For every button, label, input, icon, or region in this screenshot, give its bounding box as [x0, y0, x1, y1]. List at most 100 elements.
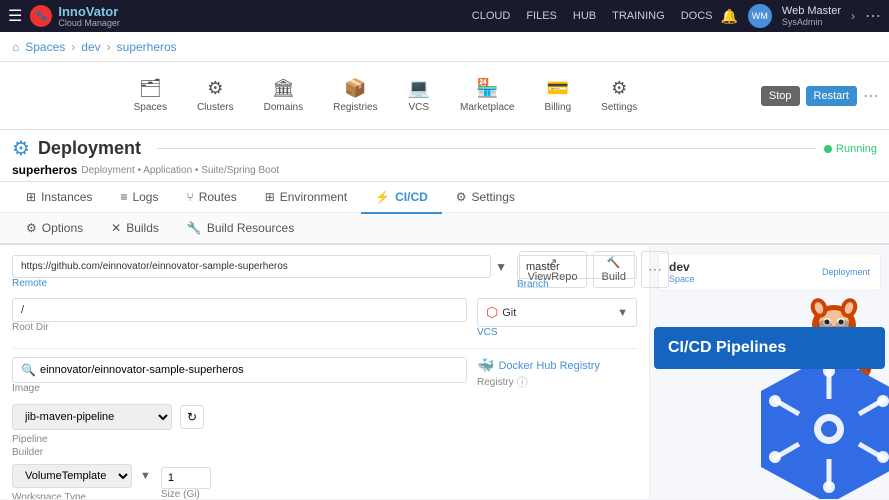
cicd-banner-text: CI/CD Pipelines [668, 339, 786, 356]
breadcrumb-dev[interactable]: dev [81, 40, 100, 54]
routes-label: Routes [199, 190, 237, 204]
restart-button[interactable]: Restart [806, 86, 857, 106]
iconbar-billing[interactable]: 💳Billing [530, 72, 585, 119]
pipeline-row: jib-maven-pipeline ↻ [12, 404, 637, 430]
remote-field: ▼ Remote [12, 255, 507, 292]
registry-text: Docker Hub Registry [498, 360, 599, 372]
user-role: SysAdmin [782, 17, 841, 27]
docker-icon: 🐳 [477, 357, 494, 374]
home-icon[interactable]: ⌂ [12, 40, 19, 54]
build-resources-label: Build Resources [207, 221, 294, 235]
cicd-label: CI/CD [395, 190, 428, 204]
volume-select[interactable]: VolumeTemplate [12, 464, 132, 488]
logs-icon: ≡ [120, 190, 127, 204]
left-main: ⚙ Deployment Running superheros Deployme… [0, 130, 889, 500]
right-illustration-panel: dev Space Deployment [649, 245, 889, 499]
more-options-button[interactable]: ⋯ [641, 251, 669, 288]
iconbar-clusters[interactable]: ⚙Clusters [183, 72, 248, 119]
more-menu-button[interactable]: ⋯ [865, 6, 881, 26]
rootdir-label: Root Dir [12, 322, 467, 333]
right-area: 🔔 WM Web Master SysAdmin › ⋯ [720, 4, 881, 28]
builds-label: Builds [126, 221, 159, 235]
running-label: Running [836, 143, 877, 155]
logo-sub: Cloud Manager [58, 18, 120, 28]
cicd-banner: CI/CD Pipelines [654, 327, 885, 369]
remote-dropdown-icon[interactable]: ▼ [495, 260, 507, 274]
dev-name: dev [669, 260, 695, 274]
iconbar-registries[interactable]: 📦Registries [319, 72, 391, 119]
app-breadcrumb: Deployment • Application • Suite/Spring … [81, 165, 279, 176]
remote-label: Remote [12, 278, 507, 289]
volume-dropdown[interactable]: ▼ [140, 470, 151, 482]
divider1 [12, 348, 637, 349]
top-nav: ☰ 🐾 InnoVator Cloud Manager CLOUD FILES … [0, 0, 889, 32]
tab-environment[interactable]: ⊞ Environment [251, 182, 361, 214]
image-registry-row: 🔍 Image 🐳 Docker Hub Registry Registry ⓘ [12, 357, 637, 396]
icon-bar-right: Stop Restart ⋯ [761, 86, 879, 106]
breadcrumb-spaces[interactable]: Spaces [25, 40, 65, 54]
icon-bar-items: 🗂Spaces ⚙Clusters 🏛Domains 📦Registries 💻… [10, 72, 761, 119]
pipeline-labels: Pipeline [12, 434, 637, 447]
iconbar-settings[interactable]: ⚙Settings [587, 72, 651, 119]
nav-hub[interactable]: HUB [573, 10, 596, 22]
registry-value: 🐳 Docker Hub Registry [477, 357, 637, 374]
title-divider [157, 148, 816, 149]
image-input[interactable] [40, 364, 458, 376]
rootdir-input[interactable] [12, 298, 467, 322]
tab-logs[interactable]: ≡ Logs [106, 182, 172, 214]
remote-input[interactable] [12, 255, 491, 278]
tabs-container: ⊞ Instances ≡ Logs ⑂ Routes ⊞ Environmen… [0, 182, 889, 245]
tab-builds[interactable]: ✕ Builds [97, 213, 173, 245]
running-badge: Running [824, 143, 877, 155]
tab-routes[interactable]: ⑂ Routes [172, 182, 250, 214]
refresh-button[interactable]: ↻ [180, 405, 204, 429]
iconbar-marketplace[interactable]: 🏪Marketplace [446, 72, 528, 119]
pipeline-select[interactable]: jib-maven-pipeline [12, 404, 172, 430]
builds-icon: ✕ [111, 221, 121, 235]
logo-icon: 🐾 [30, 5, 52, 27]
dev-label-area: dev Space [669, 260, 695, 284]
tab-instances[interactable]: ⊞ Instances [12, 182, 106, 214]
logo-text: InnoVator [58, 5, 120, 18]
iconbar-domains[interactable]: 🏛Domains [250, 72, 317, 119]
cicd-icon: ⚡ [375, 190, 390, 204]
stop-button[interactable]: Stop [761, 86, 800, 106]
image-label: Image [12, 383, 467, 394]
breadcrumb-app[interactable]: superheros [117, 40, 177, 54]
deployment-icon: ⚙ [12, 136, 30, 161]
icon-bar: 🗂Spaces ⚙Clusters 🏛Domains 📦Registries 💻… [0, 62, 889, 130]
hamburger-icon[interactable]: ☰ [8, 6, 22, 26]
bell-icon[interactable]: 🔔 [720, 8, 737, 25]
iconbar-more-button[interactable]: ⋯ [863, 86, 879, 106]
build-resources-icon: 🔧 [187, 221, 202, 235]
options-label: Options [42, 221, 83, 235]
registry-info-icon[interactable]: ⓘ [517, 374, 528, 390]
viewrepo-button[interactable]: ↗ ViewRepo [519, 251, 587, 288]
vcs-dropdown-icon[interactable]: ▼ [617, 307, 628, 319]
size-input[interactable] [161, 467, 211, 489]
tabs-row1: ⊞ Instances ≡ Logs ⑂ Routes ⊞ Environmen… [0, 182, 889, 213]
nav-cloud[interactable]: CLOUD [472, 10, 511, 22]
nav-docs[interactable]: DOCS [681, 10, 713, 22]
environment-label: Environment [280, 190, 347, 204]
nav-chevron[interactable]: › [851, 9, 855, 23]
viewrepo-icon: ↗ [548, 256, 557, 269]
tab-build-resources[interactable]: 🔧 Build Resources [173, 213, 308, 245]
pipeline-label: Pipeline [12, 434, 48, 445]
nav-files[interactable]: FILES [526, 10, 557, 22]
nav-links: CLOUD FILES HUB TRAINING DOCS [472, 10, 713, 22]
user-name: Web Master [782, 6, 841, 17]
volume-section: VolumeTemplate ▼ Workspace Type Size (Gi… [12, 464, 637, 499]
tab-cicd[interactable]: ⚡ CI/CD [361, 182, 442, 214]
tab-settings[interactable]: ⚙ Settings [442, 182, 529, 214]
k8s-logo-area [749, 349, 889, 499]
logo-area: 🐾 InnoVator Cloud Manager [30, 5, 463, 28]
user-avatar[interactable]: WM [748, 4, 772, 28]
options-icon: ⚙ [26, 221, 37, 235]
iconbar-vcs[interactable]: 💻VCS [394, 72, 444, 119]
build-button[interactable]: 🔨 Build [593, 251, 635, 288]
nav-training[interactable]: TRAINING [612, 10, 665, 22]
tab-options[interactable]: ⚙ Options [12, 213, 97, 245]
iconbar-spaces[interactable]: 🗂Spaces [120, 72, 181, 119]
space-label: Space [669, 274, 695, 284]
